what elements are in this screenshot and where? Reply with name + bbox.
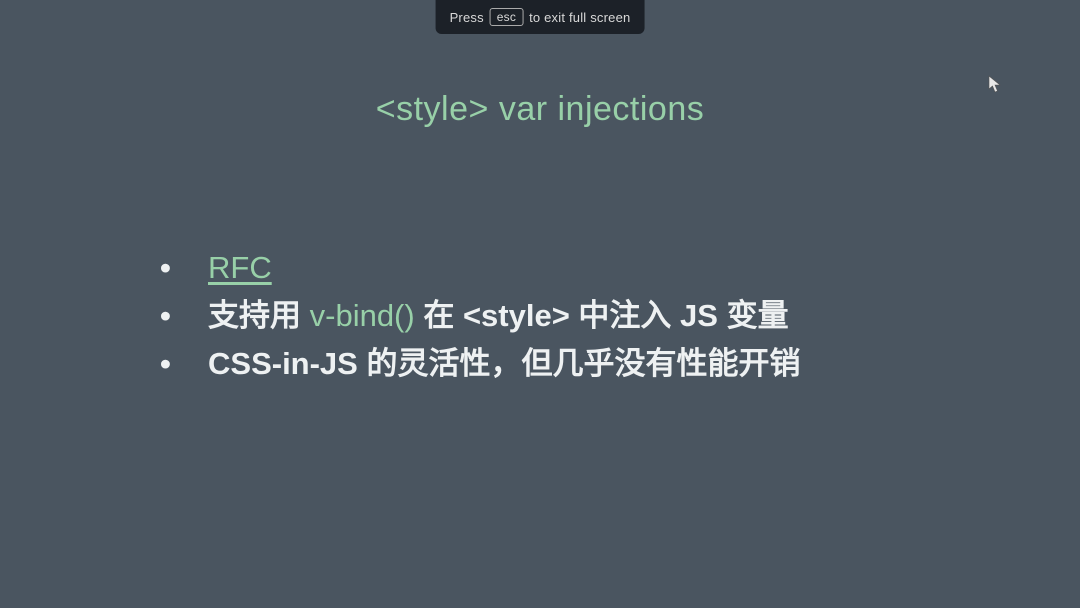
bullet-text: CSS-in-JS 的灵活性，但几乎没有性能开销 bbox=[208, 346, 800, 381]
hint-rest: to exit full screen bbox=[529, 10, 630, 25]
presentation-slide: <style> var injections RFC 支持用 v-bind() 在… bbox=[0, 0, 1080, 608]
slide-title: <style> var injections bbox=[0, 90, 1080, 129]
bullet-text: 在 <style> 中注入 JS 变量 bbox=[415, 298, 789, 333]
rfc-link[interactable]: RFC bbox=[208, 250, 272, 285]
hint-press: Press bbox=[450, 10, 484, 25]
bullet-item: RFC bbox=[160, 244, 1080, 292]
esc-key-badge: esc bbox=[490, 8, 523, 26]
fullscreen-exit-hint: Press esc to exit full screen bbox=[436, 0, 645, 34]
bullet-item: CSS-in-JS 的灵活性，但几乎没有性能开销 bbox=[160, 340, 1080, 388]
accent-text: v-bind() bbox=[310, 298, 415, 333]
slide-bullets: RFC 支持用 v-bind() 在 <style> 中注入 JS 变量 CSS-i… bbox=[0, 244, 1080, 388]
bullet-item: 支持用 v-bind() 在 <style> 中注入 JS 变量 bbox=[160, 292, 1080, 340]
bullet-text: 支持用 bbox=[208, 298, 310, 333]
